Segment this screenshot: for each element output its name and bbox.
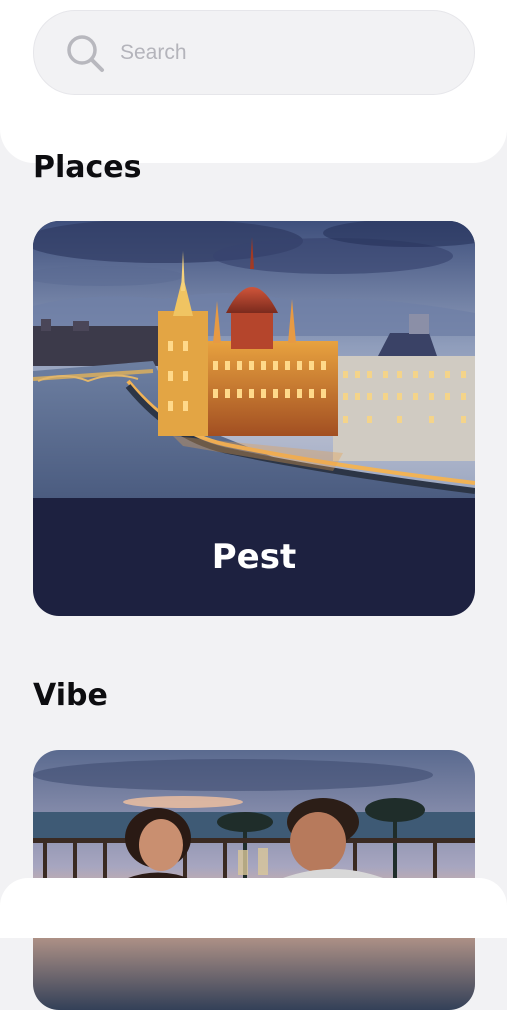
header-panel	[0, 0, 507, 163]
search-input[interactable]	[120, 33, 440, 73]
bottom-sheet	[0, 878, 507, 938]
place-card-label: Pest	[211, 537, 297, 577]
vibe-section-title: Vibe	[33, 678, 108, 713]
search-bar[interactable]	[33, 10, 475, 95]
search-icon	[67, 35, 104, 72]
place-card-pest[interactable]: Pest	[33, 221, 475, 616]
places-section-title: Places	[33, 150, 142, 185]
place-card-image	[33, 221, 475, 498]
